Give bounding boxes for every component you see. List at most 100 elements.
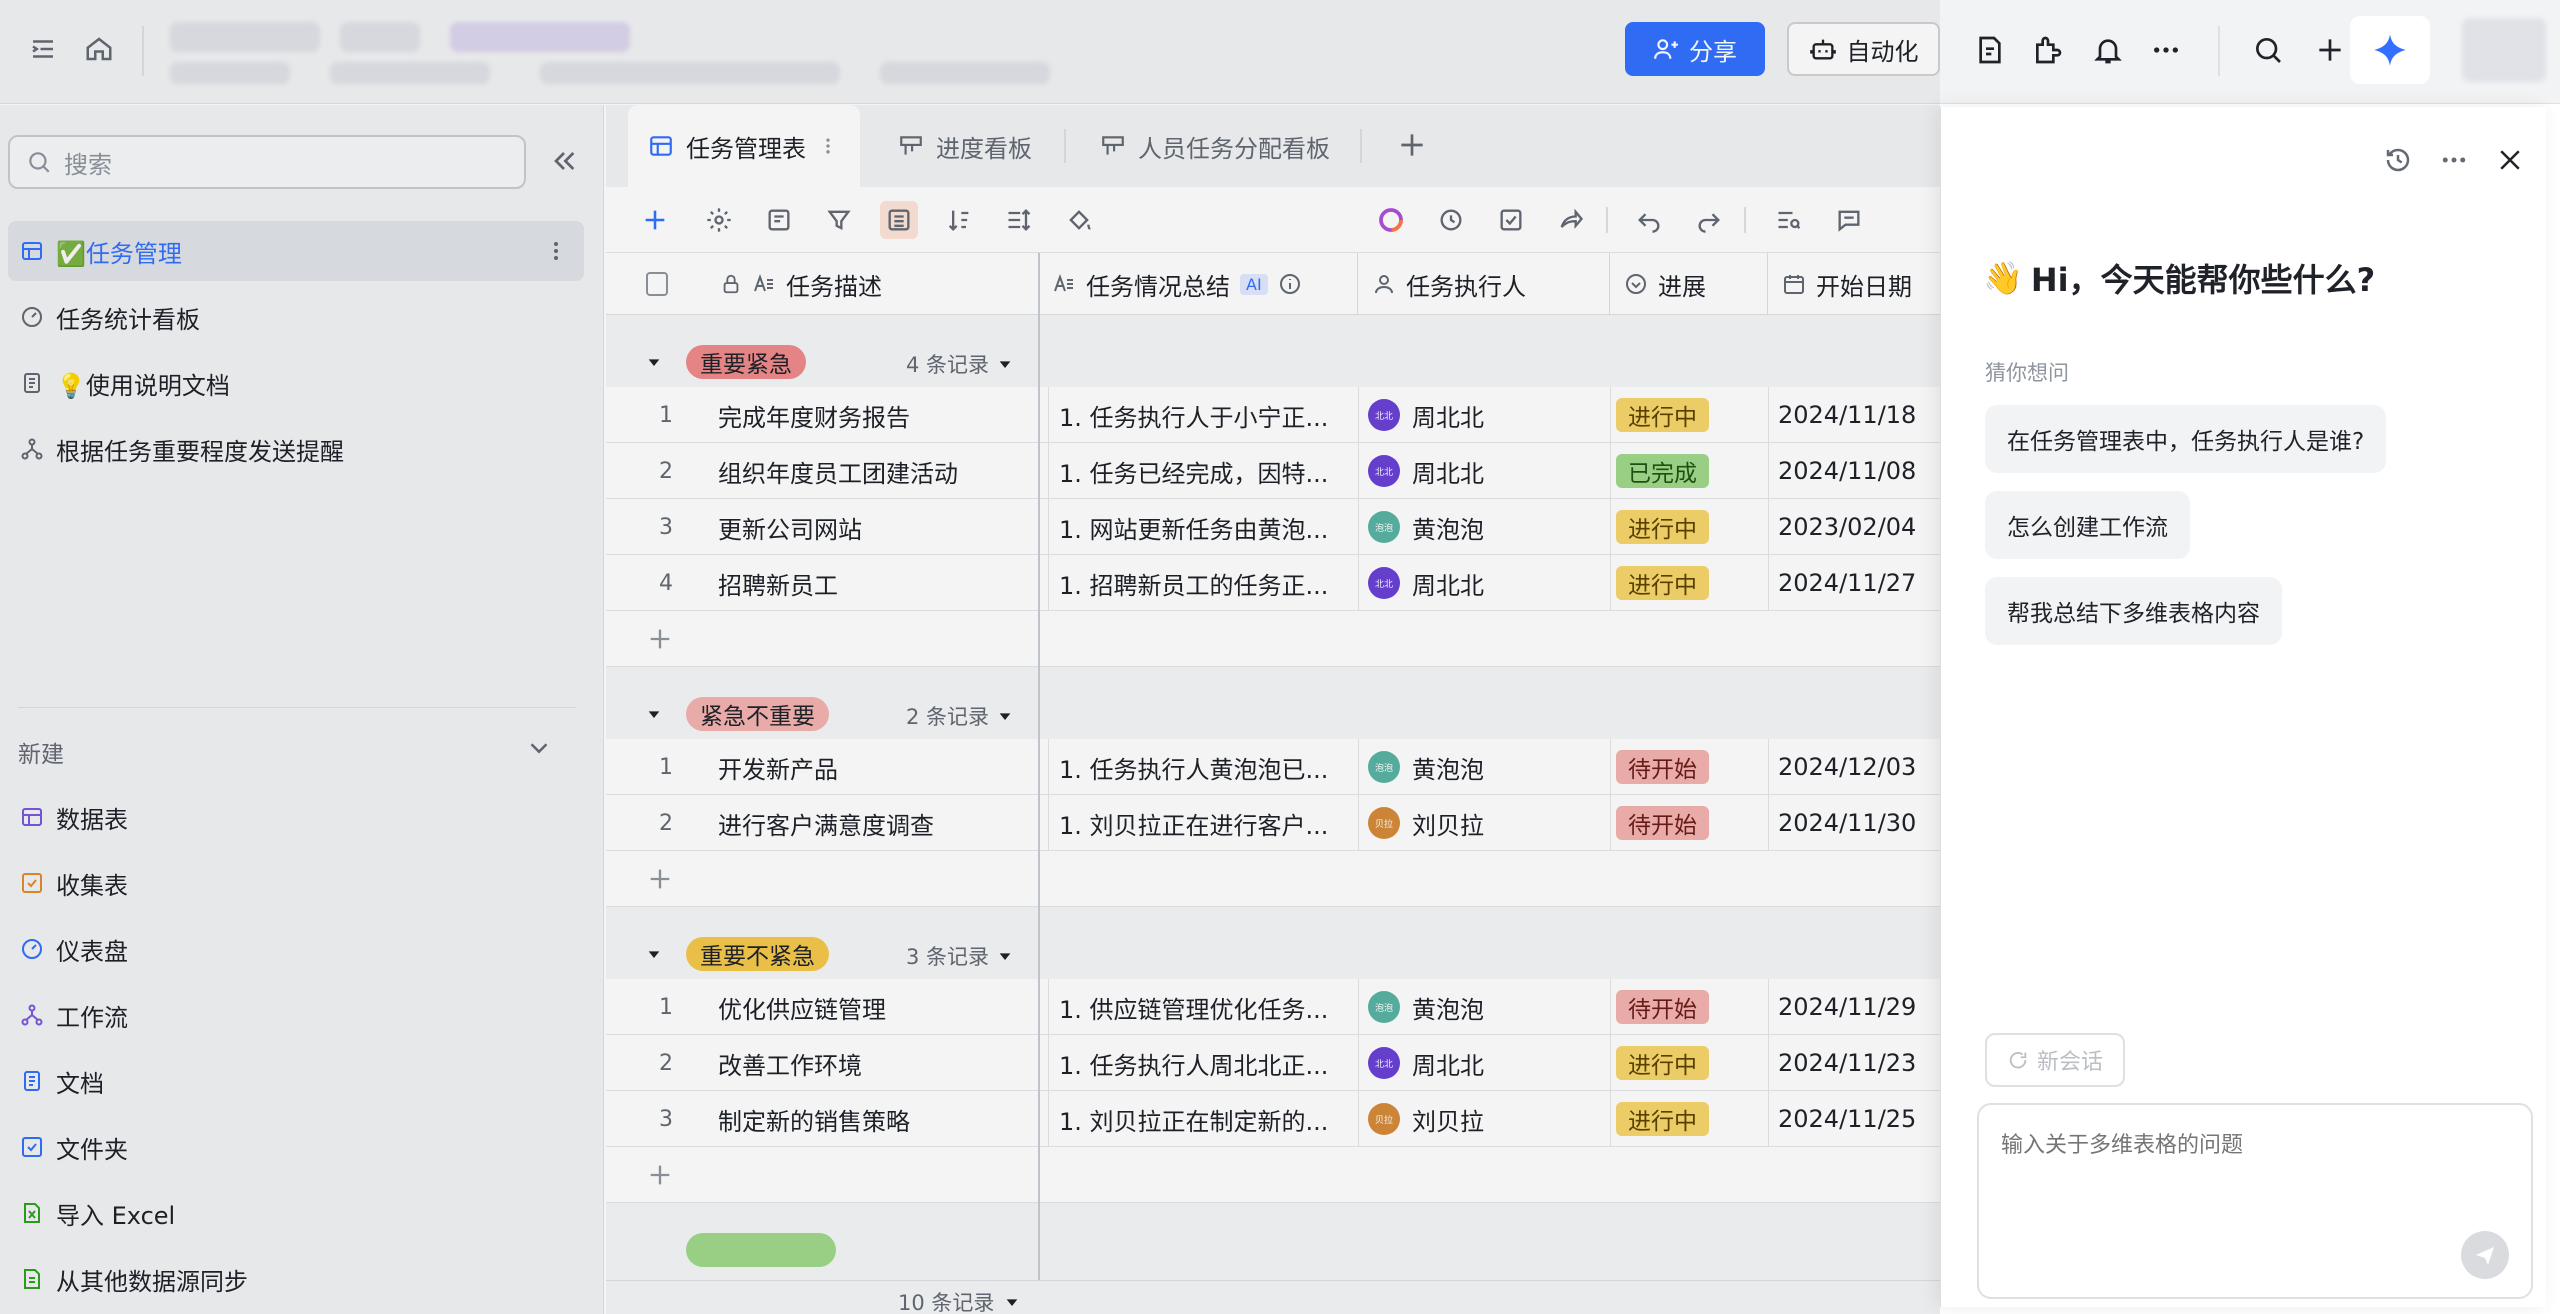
assignee-cell[interactable]: 北北 周北北 [1368,1035,1588,1091]
settings-icon[interactable] [700,201,738,239]
task-desc-cell[interactable]: 更新公司网站 [718,499,1018,555]
progress-cell[interactable]: 进行中 [1616,387,1756,443]
progress-cell[interactable]: 待开始 [1616,979,1756,1035]
start-date-cell[interactable]: 2024/11/18 [1778,387,1938,443]
group-count[interactable]: 4 条记录 [906,349,1013,379]
task-summary-cell[interactable]: 1. 任务执行人黄泡泡已... [1048,739,1338,795]
add-row-button[interactable] [606,1147,1940,1203]
new-doc-button[interactable]: 文档 [8,1051,584,1111]
progress-cell[interactable]: 进行中 [1616,1035,1756,1091]
progress-cell[interactable]: 进行中 [1616,555,1756,611]
sync-datasource-button[interactable]: 从其他数据源同步 [8,1249,584,1309]
task-desc-cell[interactable]: 开发新产品 [718,739,1018,795]
group-count[interactable]: 3 条记录 [906,941,1013,971]
fill-color-icon[interactable] [1060,201,1098,239]
new-folder-button[interactable]: 文件夹 [8,1117,584,1177]
start-date-cell[interactable]: 2024/11/25 [1778,1091,1938,1147]
redo-icon[interactable] [1690,201,1728,239]
tab-assignment-board[interactable]: 人员任务分配看板 [1100,105,1370,187]
more-vertical-icon[interactable] [544,239,568,263]
progress-cell[interactable]: 进行中 [1616,1091,1756,1147]
ai-assistant-button[interactable] [2350,16,2430,84]
task-summary-cell[interactable]: 1. 任务执行人于小宁正... [1048,387,1338,443]
color-wheel-icon[interactable] [1372,201,1410,239]
avatar[interactable] [2462,18,2546,82]
column-header-desc[interactable]: 任务描述 [706,253,1048,315]
new-dashboard-button[interactable]: 仪表盘 [8,919,584,979]
task-summary-cell[interactable]: 1. 刘贝拉正在制定新的... [1048,1091,1338,1147]
progress-cell[interactable]: 待开始 [1616,795,1756,851]
add-view-icon[interactable] [1396,129,1428,165]
import-excel-button[interactable]: 导入 Excel [8,1183,584,1243]
caret-down-icon[interactable] [646,354,662,370]
history-icon[interactable] [2383,145,2413,179]
assignee-cell[interactable]: 北北 周北北 [1368,443,1588,499]
table-row[interactable]: 2 组织年度员工团建活动 1. 任务已经完成，因特... 北北 周北北 已完成 2024/1… [606,443,1940,499]
assignee-cell[interactable]: 贝拉 刘贝拉 [1368,1091,1588,1147]
start-date-cell[interactable]: 2023/02/04 [1778,499,1938,555]
more-icon[interactable] [2439,145,2469,179]
filter-icon[interactable] [820,201,858,239]
automation-button[interactable]: 自动化 [1787,22,1940,76]
plus-icon[interactable] [2314,34,2346,66]
doc-info-icon[interactable] [1974,34,2006,66]
assignee-cell[interactable]: 北北 周北北 [1368,555,1588,611]
new-workflow-button[interactable]: 工作流 [8,985,584,1045]
sort-icon[interactable] [940,201,978,239]
tab-progress-board[interactable]: 进度看板 [898,105,1068,187]
add-row-button[interactable] [606,851,1940,907]
table-row[interactable]: 2 改善工作环境 1. 任务执行人周北北正... 北北 周北北 进行中 2024/11/23 [606,1035,1940,1091]
field-config-icon[interactable] [760,201,798,239]
column-header-start-date[interactable]: 开始日期 [1768,253,1940,315]
collapse-sidebar-icon[interactable] [548,145,580,181]
caret-down-icon[interactable] [646,706,662,722]
task-desc-cell[interactable]: 组织年度员工团建活动 [718,443,1018,499]
table-row[interactable]: 1 开发新产品 1. 任务执行人黄泡泡已... 泡泡 黄泡泡 待开始 2024/12/03 [606,739,1940,795]
table-row[interactable]: 4 招聘新员工 1. 招聘新员工的任务正... 北北 周北北 进行中 2024/11/27 [606,555,1940,611]
group-icon[interactable] [880,201,918,239]
table-row[interactable]: 3 更新公司网站 1. 网站更新任务由黄泡... 泡泡 黄泡泡 进行中 2023/02/04 [606,499,1940,555]
assignee-cell[interactable]: 泡泡 黄泡泡 [1368,979,1588,1035]
send-button[interactable] [2461,1231,2509,1279]
task-summary-cell[interactable]: 1. 网站更新任务由黄泡... [1048,499,1338,555]
group-count[interactable]: 2 条记录 [906,701,1013,731]
comment-icon[interactable] [1830,201,1868,239]
row-height-icon[interactable] [1000,201,1038,239]
task-desc-cell[interactable]: 优化供应链管理 [718,979,1018,1035]
task-desc-cell[interactable]: 完成年度财务报告 [718,387,1018,443]
group-header[interactable]: 紧急不重要 2 条记录 [606,689,1940,739]
new-data-table-button[interactable]: 数据表 [8,787,584,847]
caret-down-icon[interactable] [646,946,662,962]
new-form-button[interactable]: 收集表 [8,853,584,913]
tab-task-table[interactable]: 任务管理表 [628,105,860,187]
add-row-button[interactable] [606,611,1940,667]
task-desc-cell[interactable]: 制定新的销售策略 [718,1091,1018,1147]
more-icon[interactable] [2150,34,2182,66]
expand-sidebar-icon[interactable] [28,34,58,64]
share-button[interactable]: 分享 [1625,22,1765,76]
group-header[interactable] [606,1225,1940,1275]
task-summary-cell[interactable]: 1. 供应链管理优化任务... [1048,979,1338,1035]
suggestion-chip[interactable]: 帮我总结下多维表格内容 [1985,577,2282,645]
start-date-cell[interactable]: 2024/11/30 [1778,795,1938,851]
task-summary-cell[interactable]: 1. 招聘新员工的任务正... [1048,555,1338,611]
assignee-cell[interactable]: 贝拉 刘贝拉 [1368,795,1588,851]
assignee-cell[interactable]: 北北 周北北 [1368,387,1588,443]
start-date-cell[interactable]: 2024/11/23 [1778,1035,1938,1091]
suggestion-chip[interactable]: 怎么创建工作流 [1985,491,2190,559]
suggestion-chip[interactable]: 在任务管理表中，任务执行人是谁? [1985,405,2387,473]
start-date-cell[interactable]: 2024/11/08 [1778,443,1938,499]
progress-cell[interactable]: 已完成 [1616,443,1756,499]
start-date-cell[interactable]: 2024/12/03 [1778,739,1938,795]
add-record-icon[interactable] [636,201,674,239]
table-row[interactable]: 1 完成年度财务报告 1. 任务执行人于小宁正... 北北 周北北 进行中 2024/11/… [606,387,1940,443]
more-vertical-icon[interactable] [818,136,838,156]
assignee-cell[interactable]: 泡泡 黄泡泡 [1368,739,1588,795]
task-desc-cell[interactable]: 进行客户满意度调查 [718,795,1018,851]
task-desc-cell[interactable]: 改善工作环境 [718,1035,1018,1091]
progress-cell[interactable]: 待开始 [1616,739,1756,795]
task-summary-cell[interactable]: 1. 刘贝拉正在进行客户... [1048,795,1338,851]
table-row[interactable]: 2 进行客户满意度调查 1. 刘贝拉正在进行客户... 贝拉 刘贝拉 待开始 2024/11… [606,795,1940,851]
search-box[interactable]: 搜索 [8,135,526,189]
task-desc-cell[interactable]: 招聘新员工 [718,555,1018,611]
